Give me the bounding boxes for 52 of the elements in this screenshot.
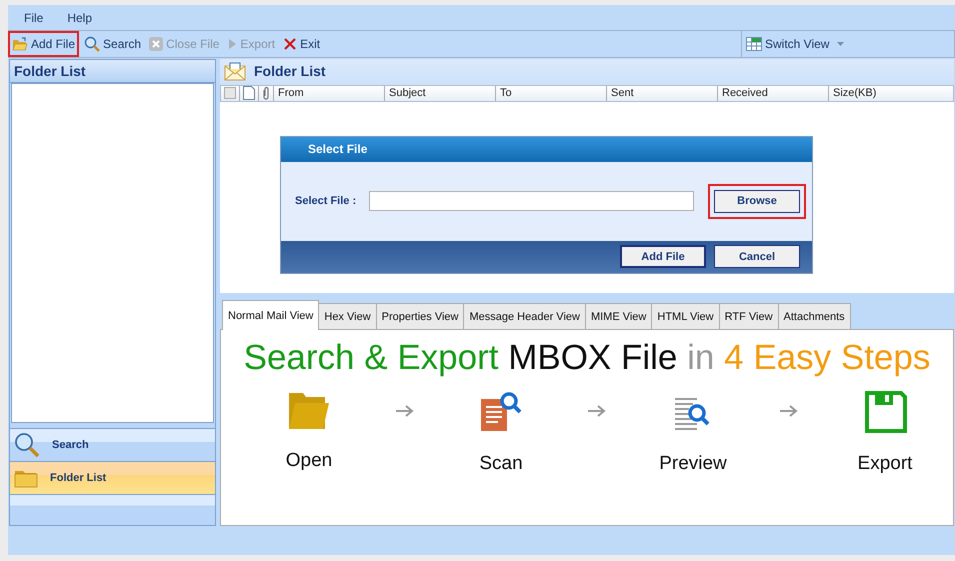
tab[interactable]: MIME View xyxy=(584,303,652,330)
folder-icon xyxy=(14,468,38,488)
panel-title: Folder List xyxy=(10,60,215,83)
tab[interactable]: Normal Mail View xyxy=(222,300,320,330)
tab[interactable]: Hex View xyxy=(318,303,377,330)
toolbar-button[interactable]: Search xyxy=(81,31,144,57)
column-header[interactable]: Size(KB) xyxy=(828,86,939,101)
play-icon xyxy=(227,38,238,50)
arrow-icon xyxy=(779,404,799,418)
file-path-field[interactable] xyxy=(369,191,694,212)
switch-view-button[interactable]: Switch View xyxy=(741,31,954,57)
search-icon xyxy=(14,432,40,458)
step-label: Preview xyxy=(659,453,727,476)
column-header[interactable]: To xyxy=(495,86,606,101)
document-icon xyxy=(243,86,255,100)
column-header[interactable]: Received xyxy=(717,86,828,101)
dialog-button[interactable]: Cancel xyxy=(714,245,800,268)
nav-item[interactable]: Search xyxy=(10,428,215,461)
field-label: Select File : xyxy=(295,195,358,208)
close-icon xyxy=(283,37,298,51)
arrow-icon xyxy=(587,404,607,418)
panel-title: Folder List xyxy=(254,62,326,79)
nav-item[interactable]: Folder List xyxy=(10,461,215,494)
menu-item[interactable]: File xyxy=(24,10,44,24)
toolbar-button[interactable]: Exit xyxy=(280,31,324,57)
dialog-title: Select File xyxy=(281,136,812,162)
menu-item[interactable]: Help xyxy=(67,10,92,24)
tab[interactable]: Properties View xyxy=(376,303,464,330)
tab[interactable]: Attachments xyxy=(778,303,851,330)
grid-icon xyxy=(746,37,762,51)
step-label: Scan xyxy=(479,453,523,476)
folder-icon xyxy=(12,37,28,51)
banner-title: Search & Export MBOX File in 4 Easy Steps xyxy=(244,338,930,378)
checkbox-icon xyxy=(224,87,236,100)
step-label: Export xyxy=(858,453,912,476)
tab[interactable]: HTML View xyxy=(651,303,720,330)
browse-button[interactable]: Browse xyxy=(714,190,800,213)
column-header[interactable]: Sent xyxy=(606,86,717,101)
tab[interactable]: RTF View xyxy=(718,303,779,330)
tab[interactable]: Message Header View xyxy=(463,303,586,330)
close-icon xyxy=(149,37,164,51)
paperclip-icon xyxy=(262,86,270,100)
toolbar-button[interactable]: Add File xyxy=(8,31,80,57)
envelope-icon xyxy=(224,60,246,81)
splitter-handle[interactable] xyxy=(10,423,215,428)
search-icon xyxy=(84,36,100,52)
dropdown-icon xyxy=(837,42,844,46)
dialog-button[interactable]: Add File xyxy=(620,245,706,268)
column-header[interactable]: From xyxy=(273,86,384,101)
step-label: Open xyxy=(286,450,332,472)
column-header[interactable]: Subject xyxy=(384,86,495,101)
arrow-icon xyxy=(395,404,415,418)
